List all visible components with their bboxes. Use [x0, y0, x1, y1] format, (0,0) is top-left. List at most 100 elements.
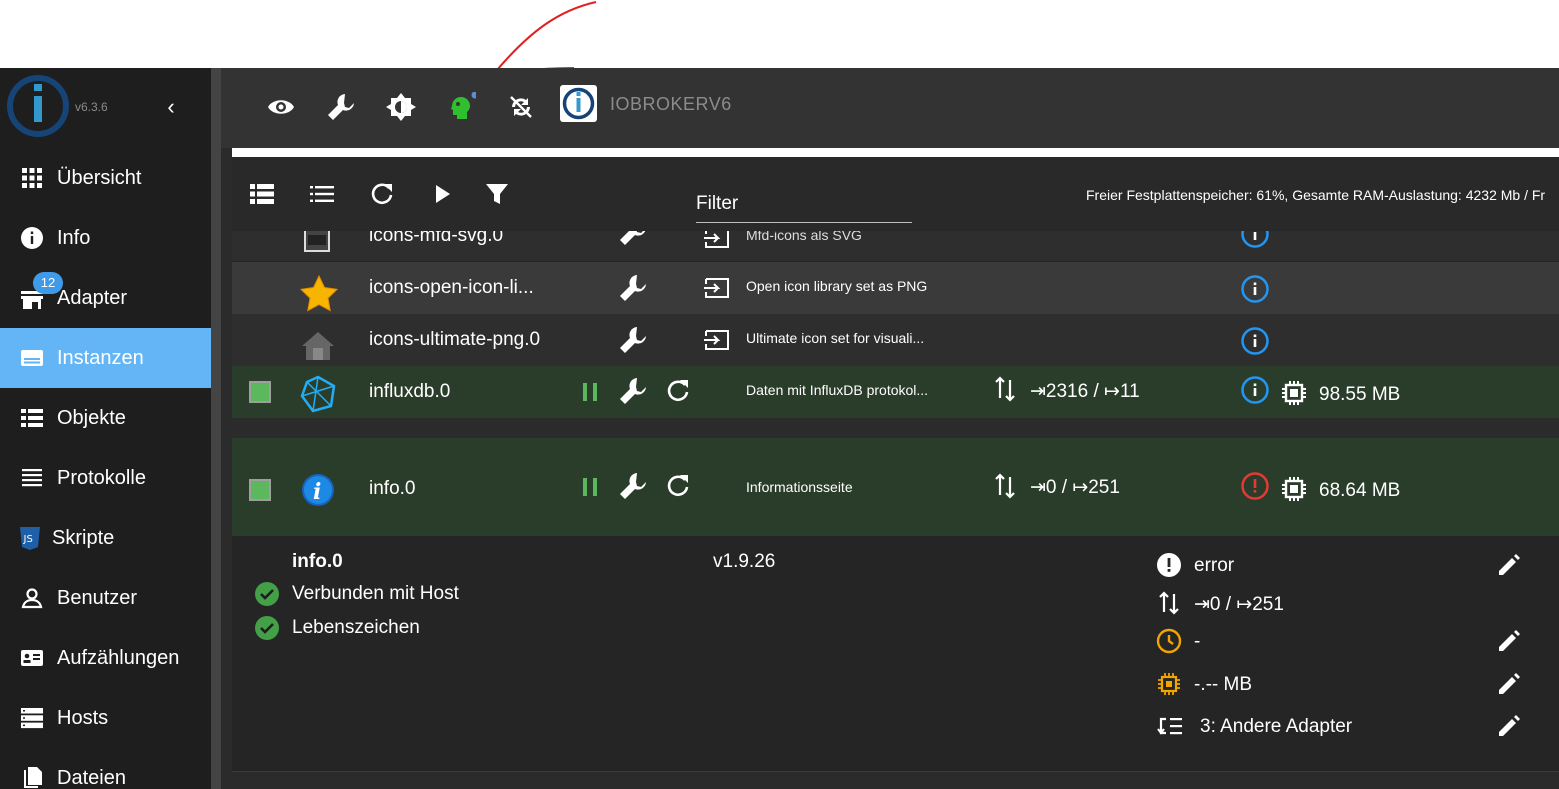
- instance-name: icons-open-icon-li...: [369, 277, 534, 298]
- sidebar-item-objekte[interactable]: Objekte: [0, 388, 211, 448]
- info-circle-icon[interactable]: [1240, 231, 1270, 249]
- iobroker-logo[interactable]: [6, 74, 70, 138]
- instance-description: Ultimate icon set for visuali...: [746, 330, 925, 346]
- star-icon: [299, 274, 339, 312]
- filter-input[interactable]: [696, 222, 912, 223]
- sidebar-item-benutzer[interactable]: Benutzer: [0, 568, 211, 628]
- wrench-icon[interactable]: [618, 231, 648, 247]
- edit-pencil-icon[interactable]: [1496, 713, 1522, 739]
- instance-name: icons-mfd-svg.0: [369, 231, 504, 246]
- wrench-icon[interactable]: [618, 325, 648, 355]
- memory-chip-icon: [1282, 381, 1306, 405]
- events-icon: [995, 376, 1015, 402]
- instance-row[interactable]: icons-mfd-svg.0 Mfd-icons als SVG: [232, 231, 1559, 261]
- hosts-icon: [21, 708, 43, 729]
- filter-input-label[interactable]: Filter: [696, 193, 738, 215]
- sidebar-item-label: Info: [57, 227, 91, 249]
- row-separator: [232, 418, 1559, 438]
- sidebar-item-uebersicht[interactable]: Übersicht: [0, 148, 211, 208]
- instance-events: ⇥0 / ↦251: [1030, 477, 1120, 498]
- instance-row[interactable]: icons-open-icon-li... Open icon library …: [232, 262, 1559, 314]
- sidebar-item-info[interactable]: Info: [0, 208, 211, 268]
- pause-icon[interactable]: [575, 472, 605, 502]
- sidebar-item-adapter[interactable]: 12 Adapter: [0, 268, 211, 328]
- grid-icon: [22, 168, 42, 188]
- instance-description: Daten mit InfluxDB protokol...: [746, 382, 929, 398]
- info-circle-icon[interactable]: [1240, 375, 1270, 405]
- detail-schedule: -: [1156, 626, 1536, 656]
- sidebar-item-label: Objekte: [57, 407, 126, 429]
- sidebar-item-label: Benutzer: [57, 587, 138, 609]
- check-label: Lebenszeichen: [292, 617, 420, 638]
- expanded-view-icon[interactable]: [249, 181, 275, 207]
- adapter-update-badge: 12: [33, 272, 63, 294]
- sidebar-divider: [211, 68, 221, 789]
- clock-icon: [1156, 628, 1182, 654]
- instance-name: info.0: [369, 478, 416, 499]
- restart-icon[interactable]: [662, 376, 692, 406]
- sync-off-icon[interactable]: [506, 92, 536, 122]
- sidebar-item-label: Adapter: [57, 287, 128, 309]
- error-circle-icon[interactable]: [1240, 471, 1270, 501]
- sidebar-item-protokolle[interactable]: Protokolle: [0, 448, 211, 508]
- sidebar-item-dateien[interactable]: Dateien: [0, 748, 211, 789]
- sidebar-item-label: Dateien: [57, 767, 126, 789]
- info-circle-icon[interactable]: [1240, 274, 1270, 304]
- instance-memory: 98.55 MB: [1319, 384, 1401, 405]
- memory-chip-icon: [1158, 673, 1180, 695]
- tier-value: 3: Andere Adapter: [1200, 716, 1353, 737]
- sidebar-item-label: Instanzen: [57, 347, 144, 369]
- detail-status: error: [1156, 550, 1536, 580]
- instance-row[interactable]: icons-ultimate-png.0 Ultimate icon set f…: [232, 314, 1559, 366]
- edit-pencil-icon[interactable]: [1496, 628, 1522, 654]
- instance-enabled-checkbox[interactable]: [249, 479, 271, 501]
- sidebar-item-label: Hosts: [57, 707, 109, 729]
- wrench-icon[interactable]: [618, 471, 648, 501]
- instances-icon: [21, 350, 43, 366]
- edit-pencil-icon[interactable]: [1496, 671, 1522, 697]
- eye-icon[interactable]: [266, 92, 296, 122]
- expert-mode-icon[interactable]: [446, 92, 476, 122]
- restart-icon[interactable]: [662, 471, 692, 501]
- schedule-value: -: [1194, 631, 1201, 652]
- compact-view-icon[interactable]: [309, 181, 335, 207]
- wrench-icon[interactable]: [618, 376, 648, 406]
- sidebar-item-instanzen[interactable]: Instanzen: [0, 328, 211, 388]
- open-link-icon[interactable]: [702, 273, 732, 303]
- filter-icon[interactable]: [484, 181, 510, 207]
- refresh-icon[interactable]: [369, 181, 395, 207]
- host-logo: [560, 85, 597, 122]
- influxdb-icon: [300, 375, 336, 413]
- host-name: IOBROKERV6: [610, 94, 732, 114]
- open-link-icon[interactable]: [702, 231, 732, 253]
- house-icon: [302, 332, 334, 360]
- detail-memory-limit: -.-- MB: [1156, 669, 1536, 699]
- instance-row[interactable]: influxdb.0 Daten mit InfluxDB protokol..…: [232, 366, 1559, 418]
- check-label: Verbunden mit Host: [292, 583, 459, 604]
- sidebar-item-label: Skripte: [52, 527, 115, 549]
- instances-toolbar: Filter Freier Festplattenspeicher: 61%, …: [232, 157, 1559, 231]
- js-icon: JS: [20, 527, 40, 550]
- detail-tier: 3: Andere Adapter: [1156, 711, 1536, 741]
- wrench-icon[interactable]: [618, 273, 648, 303]
- open-link-icon[interactable]: [702, 325, 732, 355]
- info-circle-icon[interactable]: [1240, 326, 1270, 356]
- files-icon: [24, 767, 42, 788]
- instance-row-expanded[interactable]: i info.0 Informationsseite ⇥0 / ↦251 68.…: [232, 438, 1559, 536]
- brightness-icon[interactable]: [386, 92, 416, 122]
- events-value: ⇥0 / ↦251: [1194, 594, 1284, 615]
- sidebar-item-skripte[interactable]: JS Skripte: [0, 508, 211, 568]
- pause-icon[interactable]: [575, 377, 605, 407]
- events-icon: [1159, 591, 1179, 615]
- instance-enabled-checkbox[interactable]: [249, 381, 271, 403]
- play-icon[interactable]: [429, 181, 455, 207]
- collapse-sidebar-button[interactable]: ‹: [160, 96, 182, 118]
- sidebar-item-label: Aufzählungen: [57, 647, 180, 669]
- sidebar-item-aufzaehlungen[interactable]: Aufzählungen: [0, 628, 211, 688]
- wrench-icon[interactable]: [326, 92, 356, 122]
- instance-events: ⇥2316 / ↦11: [1030, 381, 1140, 402]
- edit-pencil-icon[interactable]: [1496, 552, 1522, 578]
- sidebar-item-hosts[interactable]: Hosts: [0, 688, 211, 748]
- sort-order-icon: [1157, 717, 1182, 735]
- system-info-text: Freier Festplattenspeicher: 61%, Gesamte…: [1086, 187, 1546, 203]
